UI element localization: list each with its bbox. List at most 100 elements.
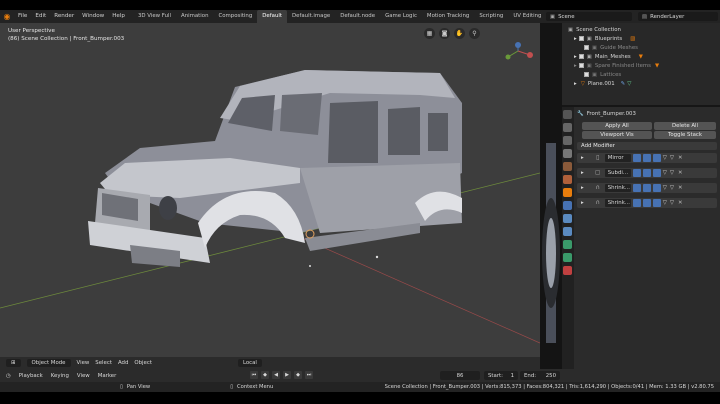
menu-edit[interactable]: Edit (31, 10, 50, 23)
move-down-icon[interactable]: ▽ (663, 200, 667, 206)
realtime-toggle[interactable] (642, 184, 651, 192)
end-frame-field[interactable]: End: 250 (520, 371, 560, 380)
physics-tab-icon[interactable] (563, 227, 572, 236)
data-tab-icon[interactable] (563, 253, 572, 262)
menu-keying[interactable]: Keying (51, 373, 69, 379)
outliner-item[interactable]: ▸ ▣ Blueprints ▨ (562, 34, 720, 43)
edit-mode-toggle[interactable] (632, 154, 641, 162)
tab-3d-view-full[interactable]: 3D View Full (133, 10, 176, 23)
scene-tab-icon[interactable] (563, 162, 572, 171)
move-down-icon[interactable]: ▽ (663, 185, 667, 191)
view-layer-tab-icon[interactable] (563, 149, 572, 158)
render-tab-icon[interactable] (563, 123, 572, 132)
viewport-vis-button[interactable]: Viewport Vis (582, 131, 652, 139)
expand-icon[interactable]: ▸ (581, 170, 584, 176)
next-key-icon[interactable]: ◆ (294, 371, 302, 379)
start-frame-field[interactable]: Start: 1 (484, 371, 518, 380)
play-reverse-icon[interactable]: ◀ (272, 371, 280, 379)
outliner-item[interactable]: ▸ ▣ Spare Finished Items ▼ (562, 61, 720, 70)
orientation-dropdown[interactable]: Local (237, 359, 262, 367)
jump-end-icon[interactable]: ⏭ (305, 371, 313, 379)
outliner-item[interactable]: ▸ ▣ Main_Meshes ▼ (562, 52, 720, 61)
tab-scripting[interactable]: Scripting (474, 10, 508, 23)
move-down-icon[interactable]: ▽ (663, 155, 667, 161)
expand-icon[interactable]: ▸ (581, 155, 584, 161)
object-tab-icon[interactable] (563, 188, 572, 197)
menu-help[interactable]: Help (108, 10, 129, 23)
outliner-item[interactable]: ▣ Guide Meshes (562, 43, 720, 52)
current-frame-field[interactable]: 86 (440, 371, 480, 380)
render-toggle[interactable] (652, 184, 661, 192)
outliner-item[interactable]: ▣ Lattices (562, 70, 720, 79)
zoom-icon[interactable]: ⚲ (469, 28, 480, 39)
render-layer-selector[interactable]: ▤ RenderLayer (638, 12, 718, 21)
output-tab-icon[interactable] (563, 136, 572, 145)
expand-icon[interactable]: ▸ (574, 81, 577, 87)
close-icon[interactable]: ✕ (678, 155, 683, 161)
jump-start-icon[interactable]: ⏮ (250, 371, 258, 379)
particles-tab-icon[interactable] (563, 214, 572, 223)
tab-compositing[interactable]: Compositing (213, 10, 257, 23)
modifier-name[interactable]: Shrink... (604, 199, 631, 207)
expand-icon[interactable]: ▸ (574, 63, 577, 69)
modifier-name[interactable]: Subdi... (604, 169, 631, 177)
toggle-stack-button[interactable]: Toggle Stack (654, 131, 716, 139)
render-toggle[interactable] (652, 169, 661, 177)
tab-motion-tracking[interactable]: Motion Tracking (422, 10, 474, 23)
expand-icon[interactable]: ▸ (574, 36, 577, 42)
constraints-tab-icon[interactable] (563, 240, 572, 249)
grid-icon[interactable]: ▦ (424, 28, 435, 39)
tab-animation[interactable]: Animation (176, 10, 213, 23)
render-toggle[interactable] (652, 154, 661, 162)
menu-add[interactable]: Add (118, 360, 128, 366)
move-up-icon[interactable]: ▽ (670, 170, 674, 176)
modifier-name[interactable]: Mirror (604, 154, 631, 162)
hand-pan-icon[interactable]: ✋ (454, 28, 465, 39)
add-modifier-dropdown[interactable]: Add Modifier (577, 142, 717, 150)
world-tab-icon[interactable] (563, 175, 572, 184)
prev-key-icon[interactable]: ◆ (261, 371, 269, 379)
tab-default-node[interactable]: Default.node (335, 10, 380, 23)
menu-window[interactable]: Window (78, 10, 108, 23)
scene-selector[interactable]: ▣ Scene (546, 12, 632, 21)
material-tab-icon[interactable] (563, 266, 572, 275)
object-name[interactable]: Front_Bumper.003 (587, 111, 636, 117)
close-icon[interactable]: ✕ (678, 170, 683, 176)
3d-viewport[interactable]: User Perspective (86) Scene Collection |… (0, 23, 540, 369)
delete-all-button[interactable]: Delete All (654, 122, 716, 130)
menu-view[interactable]: View (77, 373, 90, 379)
clock-icon[interactable]: ◷ (6, 373, 11, 379)
close-icon[interactable]: ✕ (678, 185, 683, 191)
tab-default-image[interactable]: Default.image (287, 10, 335, 23)
checkbox[interactable] (578, 63, 584, 68)
menu-select[interactable]: Select (95, 360, 112, 366)
move-up-icon[interactable]: ▽ (670, 200, 674, 206)
expand-icon[interactable]: ▸ (574, 54, 577, 60)
menu-file[interactable]: File (14, 10, 31, 23)
outliner-item[interactable]: ▸ ▽ Plane.001 ✎ ▽ (562, 79, 720, 88)
camera-icon[interactable]: ◙ (439, 28, 450, 39)
tool-tab-icon[interactable] (563, 110, 572, 119)
menu-object[interactable]: Object (134, 360, 152, 366)
apply-all-button[interactable]: Apply All (582, 122, 652, 130)
edit-mode-toggle[interactable] (632, 169, 641, 177)
realtime-toggle[interactable] (642, 154, 651, 162)
expand-icon[interactable]: ▸ (581, 185, 584, 191)
checkbox[interactable] (584, 45, 589, 50)
move-up-icon[interactable]: ▽ (670, 155, 674, 161)
modifier-row-shrinkwrap[interactable]: ▸ ∩ Shrink... ▽ ▽ ✕ (577, 198, 717, 208)
tab-default[interactable]: Default (257, 10, 287, 23)
modifier-row-subdivision[interactable]: ▸ ▢ Subdi... ▽ ▽ ✕ (577, 168, 717, 178)
expand-icon[interactable]: ▸ (581, 200, 584, 206)
editor-type-icon[interactable]: ⊞ (6, 359, 21, 367)
realtime-toggle[interactable] (642, 199, 651, 207)
modifier-row-shrinkwrap[interactable]: ▸ ∩ Shrink... ▽ ▽ ✕ (577, 183, 717, 193)
menu-view[interactable]: View (77, 360, 90, 366)
modifier-tab-icon[interactable] (563, 201, 572, 210)
close-icon[interactable]: ✕ (678, 200, 683, 206)
checkbox[interactable] (578, 36, 584, 41)
menu-render[interactable]: Render (50, 10, 78, 23)
checkbox[interactable] (578, 54, 584, 59)
realtime-toggle[interactable] (642, 169, 651, 177)
render-toggle[interactable] (652, 199, 661, 207)
